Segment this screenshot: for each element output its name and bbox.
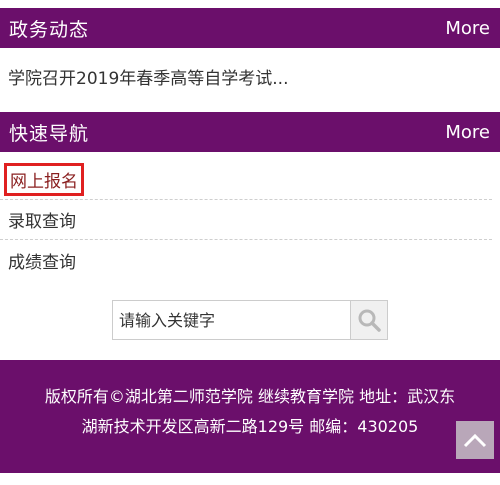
footer-address-line: 湖新技术开发区高新二路129号 邮编：430205 (81, 417, 419, 436)
footer-copyright-line: 版权所有©湖北第二师范学院 继续教育学院 地址：武汉东 (44, 387, 456, 406)
quick-nav-more-link[interactable]: More (445, 122, 490, 143)
footer: 版权所有©湖北第二师范学院 继续教育学院 地址：武汉东 湖新技术开发区高新二路1… (0, 360, 500, 473)
news-section-header: 政务动态 More (0, 8, 500, 48)
top-strip (0, 0, 500, 8)
news-item[interactable]: 学院召开2019年春季高等自学考试... (8, 64, 288, 89)
search-input[interactable] (113, 301, 351, 339)
quick-nav-section-header: 快速导航 More (0, 112, 500, 152)
nav-item-label[interactable]: 成绩查询 (8, 248, 76, 273)
back-to-top-button[interactable] (456, 421, 494, 459)
news-section-title: 政务动态 (9, 18, 90, 41)
quick-nav-list: 网上报名 录取查询 成绩查询 (0, 160, 500, 280)
quick-nav-title: 快速导航 (9, 122, 90, 145)
nav-item-score-query[interactable]: 成绩查询 (0, 240, 492, 280)
nav-item-online-registration[interactable]: 网上报名 (0, 160, 492, 200)
search-button[interactable] (350, 301, 387, 339)
news-more-link[interactable]: More (445, 18, 490, 39)
search-box (112, 300, 388, 340)
nav-item-admission-query[interactable]: 录取查询 (0, 200, 492, 240)
nav-item-label[interactable]: 网上报名 (4, 163, 84, 196)
search-icon (358, 309, 381, 332)
nav-item-label[interactable]: 录取查询 (8, 207, 76, 232)
chevron-up-icon (463, 433, 487, 448)
